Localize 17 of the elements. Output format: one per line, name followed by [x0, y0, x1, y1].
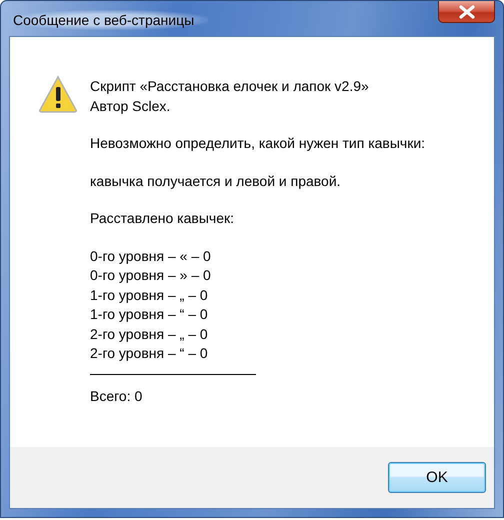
message-line: 1-го уровня – „ – 0	[90, 286, 209, 305]
message-line: 0-го уровня – » – 0	[90, 266, 212, 285]
message-line: Невозможно определить, какой нужен тип кавычки:	[90, 134, 426, 153]
close-icon	[458, 4, 476, 18]
message-line: 2-го уровня – “ – 0	[90, 344, 209, 363]
message-line: Автор Sclex.	[90, 96, 172, 116]
message-line: 2-го уровня – „ – 0	[90, 324, 209, 344]
message-line: Расставлено кавычек:	[90, 209, 235, 228]
total-line: Всего: 0	[90, 386, 144, 406]
message-line: Скрипт «Расстановка елочек и лапок v2.9»	[90, 77, 370, 96]
message-line: 1-го уровня – “ – 0	[90, 305, 209, 324]
window-title: Сообщение с веб-страницы	[11, 10, 208, 30]
message-line: кавычка получается и левой и правой.	[90, 172, 342, 191]
warning-icon	[38, 75, 78, 113]
message-line: 0-го уровня – « – 0	[90, 246, 212, 266]
ok-button[interactable]: OK	[388, 462, 486, 493]
close-button[interactable]	[438, 1, 495, 23]
